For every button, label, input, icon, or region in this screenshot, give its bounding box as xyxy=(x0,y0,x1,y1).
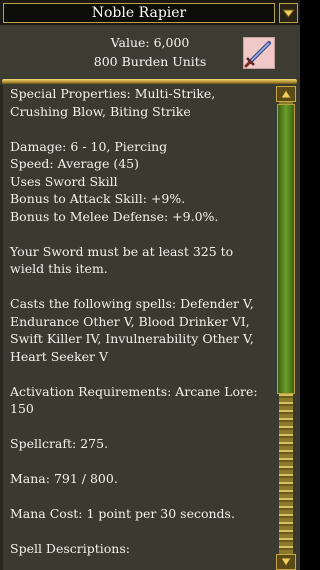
header-divider xyxy=(2,79,297,84)
left-border xyxy=(0,85,3,570)
arrow-down-icon xyxy=(280,557,292,567)
activation-requirement: Activation Requirements: Arcane Lore: 15… xyxy=(10,383,258,417)
close-button[interactable] xyxy=(279,3,298,23)
mana-cost-line: Mana Cost: 1 point per 30 seconds. xyxy=(10,506,235,521)
item-description: Special Properties: Multi-Strike, Crushi… xyxy=(4,85,274,570)
spellcraft-line: Spellcraft: 275. xyxy=(10,436,109,451)
special-properties: Special Properties: Multi-Strike, Crushi… xyxy=(10,86,216,119)
spell-descriptions-heading: Spell Descriptions: xyxy=(10,541,130,556)
close-icon xyxy=(282,9,295,18)
skill-line: Uses Sword Skill xyxy=(10,173,118,189)
defense-bonus-line: Bonus to Melee Defense: +9.0%. xyxy=(10,208,219,224)
item-examine-window: Noble Rapier Value: 6,000 800 Burden Uni… xyxy=(0,0,300,570)
attack-bonus-line: Bonus to Attack Skill: +9%. xyxy=(10,191,186,206)
mana-line: Mana: 791 / 800. xyxy=(10,471,118,486)
scroll-up-button[interactable] xyxy=(276,86,296,102)
sword-icon[interactable] xyxy=(243,37,275,69)
scroll-down-button[interactable] xyxy=(276,554,296,570)
scroll-thumb[interactable] xyxy=(277,104,295,394)
speed-line: Speed: Average (45) xyxy=(10,156,139,171)
title-bar[interactable]: Noble Rapier xyxy=(0,0,300,25)
scrollbar[interactable] xyxy=(276,86,296,570)
window-title: Noble Rapier xyxy=(3,3,275,23)
wield-requirement: Your Sword must be at least 325 to wield… xyxy=(10,243,234,277)
damage-line: Damage: 6 - 10, Piercing xyxy=(10,138,168,154)
item-header: Value: 6,000 800 Burden Units xyxy=(0,25,300,78)
spells-list: Casts the following spells: Defender V, … xyxy=(10,296,254,364)
arrow-up-icon xyxy=(280,89,292,99)
